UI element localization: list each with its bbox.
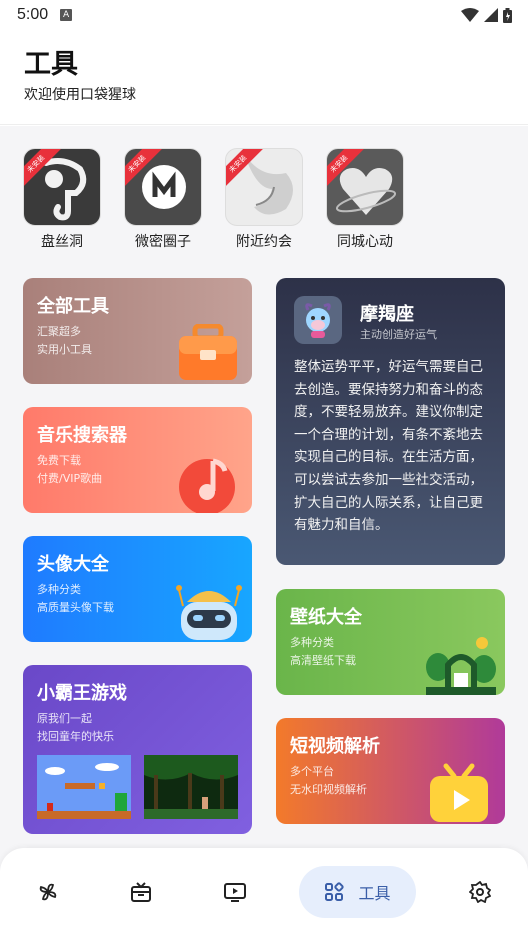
video-parse-card[interactable]: 短视频解析 多个平台 无水印视频解析: [276, 718, 505, 824]
bottom-nav: 工具: [0, 848, 528, 940]
signal-icon: [484, 8, 498, 22]
nav-tools[interactable]: 工具: [299, 866, 416, 918]
card-title: 短视频解析: [290, 736, 380, 757]
app-item-fujinyuehui[interactable]: 未安装 附近约会: [224, 148, 304, 251]
music-search-card[interactable]: 音乐搜索器 免费下载 付费/VIP歌曲: [23, 407, 252, 513]
card-desc: 付费/VIP歌曲: [37, 472, 103, 485]
card-desc: 汇聚超多: [37, 325, 81, 338]
zodiac-fortune-card[interactable]: 摩羯座 主动创造好运气 整体运势平平，好运气需要自己去创造。要保持努力和奋斗的态…: [276, 278, 505, 565]
app-label: 同城心动: [337, 234, 393, 250]
battery-icon: [503, 7, 512, 23]
card-title: 壁纸大全: [290, 607, 362, 628]
app-label: 盘丝洞: [41, 234, 83, 250]
page-header: 工具 欢迎使用口袋猩球: [0, 30, 528, 125]
gift-box-icon: [131, 882, 151, 902]
card-desc: 原我们一起: [37, 712, 92, 725]
video-screen-icon: [224, 883, 246, 902]
card-title: 小霸王游戏: [37, 683, 127, 704]
landscape-icon: [426, 637, 496, 695]
avatar-collection-card[interactable]: 头像大全 多种分类 高质量头像下载: [23, 536, 252, 642]
notification-icon: A: [60, 9, 73, 21]
card-desc: 高清壁纸下载: [290, 654, 356, 667]
status-time: 5:00: [17, 6, 49, 23]
card-desc: 多种分类: [37, 583, 81, 596]
tools-content: 未安装 盘丝洞 未安装 微密圈子 未安装 附近约会 未安装 同城心动 全部工具 …: [0, 126, 528, 940]
gear-icon: [469, 881, 491, 903]
contra-screenshot: [144, 755, 238, 819]
pinwheel-icon: [39, 883, 57, 901]
page-title: 工具: [24, 49, 78, 80]
recommended-apps: 未安装 盘丝洞 未安装 微密圈子 未安装 附近约会 未安装 同城心动: [0, 148, 528, 258]
nes-games-card[interactable]: 小霸王游戏 原我们一起 找回童年的快乐: [23, 665, 252, 834]
grid-tools-icon: [325, 882, 345, 901]
pansidong-icon: 未安装: [23, 148, 101, 226]
card-title: 全部工具: [37, 296, 109, 317]
nav-settings[interactable]: [454, 866, 506, 918]
toolbox-icon: [179, 324, 237, 380]
card-desc: 高质量头像下载: [37, 601, 114, 614]
app-item-pansidong[interactable]: 未安装 盘丝洞: [22, 148, 102, 251]
wifi-icon: [461, 8, 479, 22]
zodiac-subtitle: 主动创造好运气: [360, 328, 437, 341]
fujinyuehui-icon: 未安装: [225, 148, 303, 226]
tongchengxindong-icon: 未安装: [326, 148, 404, 226]
card-title: 头像大全: [37, 554, 109, 575]
card-desc: 多种分类: [290, 636, 334, 649]
zodiac-header: [294, 296, 342, 344]
nav-video[interactable]: [209, 866, 261, 918]
app-item-tongchengxindong[interactable]: 未安装 同城心动: [325, 148, 405, 251]
app-label: 微密圈子: [135, 234, 191, 250]
tv-play-icon: [430, 763, 488, 822]
music-note-icon: [179, 458, 235, 513]
goat-mascot-icon: [305, 303, 331, 338]
robot-icon: [176, 585, 242, 640]
card-desc: 无水印视频解析: [290, 783, 367, 796]
fortune-text: 整体运势平平，好运气需要自己去创造。要保持努力和奋斗的态度，不要轻易放弃。建议你…: [294, 359, 483, 534]
card-desc: 实用小工具: [37, 343, 92, 356]
app-label: 附近约会: [236, 234, 292, 250]
card-title: 音乐搜索器: [37, 425, 127, 446]
status-bar: 5:00 A: [0, 0, 528, 30]
capricorn-icon: [294, 296, 342, 344]
mario-screenshot: [37, 755, 131, 819]
page-subtitle: 欢迎使用口袋猩球: [24, 87, 136, 103]
card-desc: 多个平台: [290, 765, 334, 778]
status-icons: [461, 7, 512, 23]
nav-home[interactable]: [22, 866, 74, 918]
card-desc: 找回童年的快乐: [37, 730, 114, 743]
weimiquanzi-icon: 未安装: [124, 148, 202, 226]
app-item-weimiquanzi[interactable]: 未安装 微密圈子: [123, 148, 203, 251]
all-tools-card[interactable]: 全部工具 汇聚超多 实用小工具: [23, 278, 252, 384]
card-desc: 免费下载: [37, 454, 81, 467]
zodiac-name: 摩羯座: [360, 304, 414, 325]
wallpaper-card[interactable]: 壁纸大全 多种分类 高清壁纸下载: [276, 589, 505, 695]
nav-gift[interactable]: [115, 866, 167, 918]
nav-tools-label: 工具: [358, 884, 391, 903]
